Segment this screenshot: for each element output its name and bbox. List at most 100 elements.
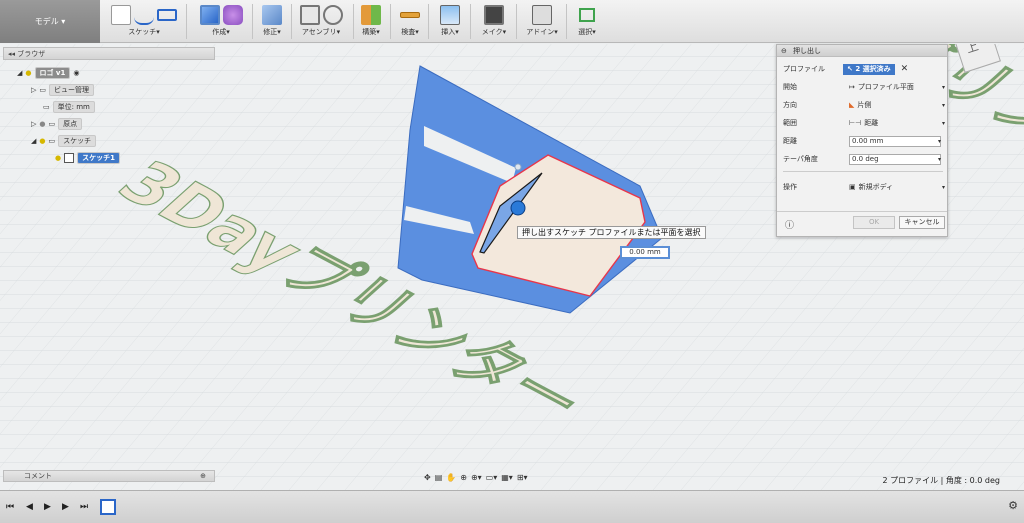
extrude-icon[interactable] (199, 5, 220, 25)
grid-settings-icon[interactable]: ▦▾ (501, 473, 513, 482)
assemble-menu-label: アセンブリ (301, 28, 337, 36)
select-menu-label: 選択 (578, 28, 593, 36)
display-settings-icon[interactable]: ▭▾ (486, 473, 498, 482)
form-icon[interactable] (222, 5, 243, 25)
go-to-end-icon[interactable]: ⏭ (80, 502, 88, 512)
expand-triangle-icon[interactable]: ◢ (17, 69, 22, 77)
tree-item-origin[interactable]: ▷ ● ▭ 原点 (28, 118, 85, 130)
expand-triangle-icon[interactable]: ▷ (31, 120, 36, 128)
clear-selection-icon[interactable]: ✕ (901, 64, 909, 74)
sketch-menu-label: スケッチ (128, 28, 157, 36)
insert-image-icon[interactable] (440, 5, 460, 25)
orbit-icon[interactable]: ✥ (424, 473, 431, 482)
lightbulb-icon[interactable]: ● (25, 69, 31, 77)
zoom-window-icon[interactable]: ⊕▾ (471, 473, 482, 482)
dialog-title-bar[interactable]: ⊖ 押し出し (777, 45, 947, 57)
start-dropdown[interactable]: ↦ プロファイル平面 ▾ (847, 82, 949, 93)
browser-panel-header[interactable]: ◂◂ ブラウザ (3, 47, 215, 60)
construct-group[interactable]: 構築▾ (356, 0, 386, 43)
dialog-collapse-icon[interactable]: ⊖ (781, 47, 787, 55)
activate-radio-icon[interactable]: ◉ (73, 69, 79, 77)
pan-icon[interactable]: ✋ (446, 473, 456, 482)
direction-value: 片側 (857, 101, 872, 109)
tree-label-sketches[interactable]: スケッチ (58, 135, 97, 147)
zoom-icon[interactable]: ⊕ (460, 473, 467, 482)
press-pull-icon[interactable] (262, 5, 282, 25)
create-sketch-icon[interactable] (111, 5, 131, 25)
tree-label-units[interactable]: 単位: mm (52, 101, 95, 113)
tree-item-units[interactable]: ▭ 単位: mm (40, 101, 98, 113)
tree-label-named-views[interactable]: ビュー管理 (49, 84, 95, 96)
insert-group[interactable]: 挿入▾ (432, 0, 468, 43)
create-menu-label: 作成 (212, 28, 227, 36)
tree-label-origin[interactable]: 原点 (58, 118, 83, 130)
sketch-group[interactable]: スケッチ▾ (104, 0, 184, 43)
select-group[interactable]: 選択▾ (570, 0, 604, 43)
tree-label-sketch1[interactable]: スケッチ1 (77, 152, 120, 164)
ok-button[interactable]: OK (853, 216, 895, 229)
select-icon[interactable] (579, 8, 595, 22)
addins-group[interactable]: アドイン▾ (520, 0, 564, 43)
comment-panel-header[interactable]: コメント ⊕ (3, 470, 215, 482)
timeline-settings-gear-icon[interactable]: ⚙ (1008, 499, 1018, 512)
status-readout: 2 プロファイル | 角度 : 0.0 deg (882, 476, 1000, 485)
extrude-dialog: ⊖ 押し出し プロファイル ↖ 2 選択済み ✕ 開始 ↦ プロファイル平面 ▾ 方… (776, 44, 948, 237)
dialog-divider (783, 171, 943, 172)
joint-icon[interactable] (322, 5, 343, 25)
chevron-down-icon[interactable]: ▾ (938, 138, 941, 145)
new-component-icon[interactable] (299, 5, 320, 25)
operation-dropdown[interactable]: ▣ 新規ボディ ▾ (847, 182, 949, 193)
create-group[interactable]: 作成▾ (188, 0, 254, 43)
play-icon[interactable]: ▶ (44, 502, 51, 512)
construct-menu-label: 構築 (362, 28, 377, 36)
distance-input[interactable]: 0.00 mm (849, 135, 941, 147)
make-group[interactable]: メイク▾ (474, 0, 514, 43)
extent-dropdown[interactable]: ⊢⊣ 距離 ▾ (847, 118, 949, 129)
folder-icon: ▭ (39, 86, 47, 94)
modify-group[interactable]: 修正▾ (254, 0, 290, 43)
extent-value: 距離 (864, 119, 879, 127)
operation-row: 操作 ▣ 新規ボディ ▾ (783, 181, 945, 193)
collapse-browser-icon[interactable]: ◂◂ (8, 50, 15, 58)
tree-item-named-views[interactable]: ▷ ▭ ビュー管理 (28, 84, 97, 96)
assemble-group[interactable]: アセンブリ▾ (293, 0, 349, 43)
timeline-bar: ⏮ ◀ ▶ ▶ ⏭ ⚙ (0, 490, 1024, 523)
profile-selection-count: 2 選択済み (855, 64, 891, 73)
measure-icon[interactable] (400, 12, 420, 18)
lightbulb-icon[interactable]: ● (39, 137, 45, 145)
step-back-icon[interactable]: ◀ (26, 502, 33, 512)
tree-item-sketch1[interactable]: ● スケッチ1 (52, 152, 123, 164)
scripts-icon[interactable] (532, 5, 552, 25)
distance-dimension-input[interactable]: 0.00 mm (620, 246, 670, 259)
workspace-switcher[interactable]: モデル ▾ (0, 0, 100, 43)
viewports-icon[interactable]: ⊞▾ (517, 473, 528, 482)
lightbulb-icon[interactable]: ● (55, 154, 61, 162)
add-comment-icon[interactable]: ⊕ (200, 472, 206, 480)
operation-value: 新規ボディ (858, 183, 894, 191)
expand-triangle-icon[interactable]: ▷ (31, 86, 36, 94)
insert-menu-caret: ▾ (455, 28, 459, 36)
profile-selection-button[interactable]: ↖ 2 選択済み (843, 63, 895, 75)
tree-item-sketches[interactable]: ◢ ● ▭ スケッチ (28, 135, 99, 147)
distance-icon: ⊢⊣ (849, 119, 862, 127)
tree-label-root[interactable]: ロゴ v1 (34, 67, 71, 79)
new-body-icon: ▣ (849, 183, 856, 191)
inspect-group[interactable]: 検査▾ (394, 0, 426, 43)
tree-item-root[interactable]: ◢ ● ロゴ v1 ◉ (14, 67, 82, 79)
3d-print-icon[interactable] (484, 5, 504, 25)
look-at-icon[interactable]: ▤ (435, 473, 443, 482)
offset-plane-icon[interactable] (361, 5, 381, 25)
lightbulb-icon[interactable]: ● (39, 120, 45, 128)
step-forward-icon[interactable]: ▶ (62, 502, 69, 512)
spline-icon[interactable] (134, 5, 154, 25)
rectangle-icon[interactable] (157, 9, 177, 21)
timeline-sketch-feature-icon[interactable] (100, 499, 116, 515)
expand-triangle-icon[interactable]: ◢ (31, 137, 36, 145)
direction-dropdown[interactable]: ◣ 片側 ▾ (847, 100, 949, 111)
info-icon[interactable]: ⓘ (785, 218, 794, 231)
cancel-button[interactable]: キャンセル (899, 216, 945, 229)
taper-angle-input[interactable]: 0.0 deg (849, 153, 941, 165)
chevron-down-icon[interactable]: ▾ (938, 156, 941, 163)
go-to-start-icon[interactable]: ⏮ (6, 502, 14, 512)
inspect-menu-label: 検査 (401, 28, 416, 36)
